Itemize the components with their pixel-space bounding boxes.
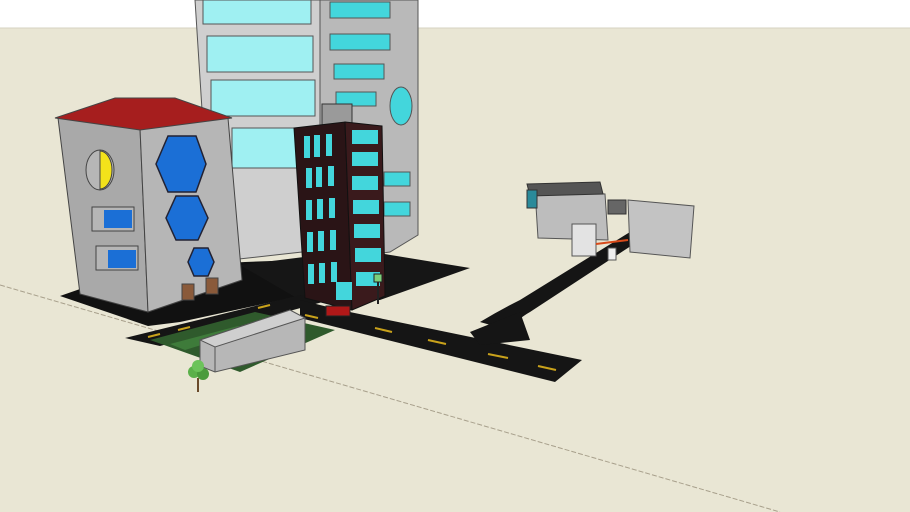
left-building-door-2 [205,277,219,295]
far-building-window [526,189,538,209]
sketchup-city-scene [0,0,910,512]
billboard-panel [627,199,695,259]
left-building-door-1 [181,283,195,301]
red-car [325,305,351,317]
hexagon-window-medium [165,195,209,241]
sky [0,0,910,28]
far-building-roof [526,181,604,197]
gatehouse [571,223,597,257]
street-sign-icon [373,273,383,283]
left-window-1 [104,210,132,228]
hexagon-window-small [187,247,215,277]
gate-post [607,247,617,261]
scene-canvas [0,0,910,512]
far-building-unit [607,199,627,215]
tall-tower-round-window [389,86,413,126]
left-window-2 [108,250,136,268]
